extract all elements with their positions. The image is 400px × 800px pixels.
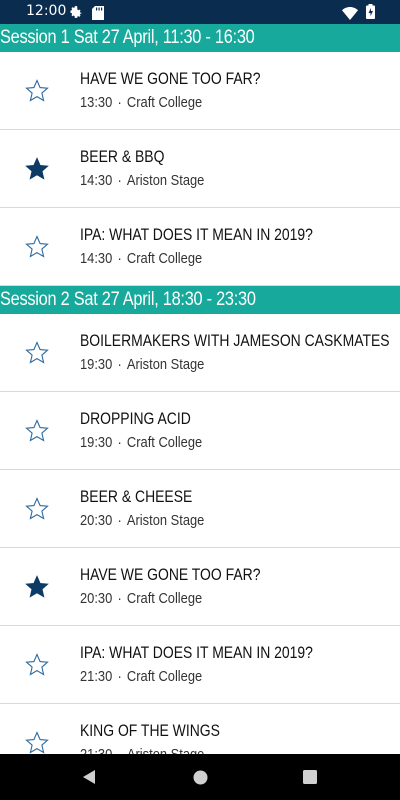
event-time: 19:30 xyxy=(80,434,113,451)
section-header: Session 2 Sat 27 April, 18:30 - 23:30 xyxy=(0,286,400,314)
event-row[interactable]: IPA: WHAT DOES IT MEAN IN 2019? 21:30 · Cra… xyxy=(0,626,400,704)
event-location: Craft College xyxy=(126,668,203,685)
separator-dot: · xyxy=(117,172,122,189)
home-icon[interactable] xyxy=(193,770,208,790)
star-filled-icon[interactable] xyxy=(25,157,49,181)
event-row[interactable]: HAVE WE GONE TOO FAR? 13:30 · Craft College xyxy=(0,52,400,130)
separator-dot: · xyxy=(117,434,122,451)
event-time: 20:30 xyxy=(80,590,113,607)
sd-card-icon xyxy=(92,5,104,24)
event-meta: 14:30 · Craft College xyxy=(80,250,202,267)
event-title: HAVE WE GONE TOO FAR? xyxy=(80,565,261,584)
status-bar: 12:00 xyxy=(0,0,400,24)
gear-icon xyxy=(69,4,83,23)
back-icon[interactable] xyxy=(81,769,97,790)
event-time: 21:30 xyxy=(80,746,112,754)
star-outline-icon[interactable] xyxy=(25,731,49,754)
event-location: Craft College xyxy=(126,434,203,451)
event-meta: 19:30 · Craft College xyxy=(80,434,202,451)
event-meta: 14:30 · Ariston Stage xyxy=(80,172,204,189)
separator-dot: · xyxy=(117,250,122,267)
star-outline-icon[interactable] xyxy=(25,419,49,443)
event-time: 14:30 xyxy=(80,172,113,189)
event-meta: 21:30 · Ariston Stage xyxy=(80,746,204,754)
event-title: BOILERMAKERS WITH JAMESON CASKMATES xyxy=(80,331,390,350)
separator-dot: · xyxy=(117,590,122,607)
event-row[interactable]: HAVE WE GONE TOO FAR? 20:30 · Craft College xyxy=(0,548,400,626)
event-title: HAVE WE GONE TOO FAR? xyxy=(80,69,261,88)
star-outline-icon[interactable] xyxy=(25,235,49,259)
status-time: 12:00 xyxy=(26,3,67,19)
star-outline-icon[interactable] xyxy=(25,497,49,521)
event-meta: 13:30 · Craft College xyxy=(80,94,202,111)
separator-dot: · xyxy=(117,356,122,373)
event-meta: 20:30 · Craft College xyxy=(80,590,202,607)
event-meta: 20:30 · Ariston Stage xyxy=(80,512,204,529)
star-outline-icon[interactable] xyxy=(25,79,49,103)
wifi-icon xyxy=(342,5,358,24)
event-time: 19:30 xyxy=(80,356,113,373)
event-title: BEER & CHEESE xyxy=(80,487,193,506)
event-row[interactable]: IPA: WHAT DOES IT MEAN IN 2019? 14:30 · Cra… xyxy=(0,208,400,286)
star-filled-icon[interactable] xyxy=(25,575,49,599)
event-row[interactable]: BEER & CHEESE 20:30 · Ariston Stage xyxy=(0,470,400,548)
event-title: BEER & BBQ xyxy=(80,147,165,166)
separator-dot: · xyxy=(117,512,122,529)
event-location: Ariston Stage xyxy=(127,746,204,754)
event-location: Ariston Stage xyxy=(126,512,205,529)
event-title: IPA: WHAT DOES IT MEAN IN 2019? xyxy=(80,643,313,662)
schedule-list[interactable]: Session 1 Sat 27 April, 11:30 - 16:30 HAV… xyxy=(0,24,400,754)
section-header-label: Session 1 Sat 27 April, 11:30 - 16:30 xyxy=(0,27,255,48)
section-header: Session 1 Sat 27 April, 11:30 - 16:30 xyxy=(0,24,400,52)
event-title: DROPPING ACID xyxy=(80,409,191,428)
section-header-label: Session 2 Sat 27 April, 18:30 - 23:30 xyxy=(0,289,256,310)
event-location: Ariston Stage xyxy=(126,356,205,373)
event-time: 13:30 xyxy=(80,94,113,111)
event-location: Craft College xyxy=(126,590,203,607)
event-time: 14:30 xyxy=(80,250,113,267)
event-time: 21:30 xyxy=(80,668,113,685)
separator-dot: · xyxy=(117,668,122,685)
event-meta: 19:30 · Ariston Stage xyxy=(80,356,204,373)
event-location: Ariston Stage xyxy=(126,172,205,189)
event-time: 20:30 xyxy=(80,512,113,529)
event-location: Craft College xyxy=(126,250,203,267)
event-title: IPA: WHAT DOES IT MEAN IN 2019? xyxy=(80,225,313,244)
event-row[interactable]: DROPPING ACID 19:30 · Craft College xyxy=(0,392,400,470)
separator-dot: · xyxy=(117,746,121,754)
battery-icon xyxy=(366,4,375,23)
event-location: Craft College xyxy=(126,94,203,111)
event-row[interactable]: BEER & BBQ 14:30 · Ariston Stage xyxy=(0,130,400,208)
navigation-bar xyxy=(0,754,400,800)
separator-dot: · xyxy=(117,94,122,111)
event-title: KING OF THE WINGS xyxy=(80,721,220,740)
star-outline-icon[interactable] xyxy=(25,653,49,677)
event-row[interactable]: BOILERMAKERS WITH JAMESON CASKMATES 19:30… xyxy=(0,314,400,392)
star-outline-icon[interactable] xyxy=(25,341,49,365)
event-row[interactable]: KING OF THE WINGS 21:30 · Ariston Stage xyxy=(0,704,400,754)
recents-icon[interactable] xyxy=(303,770,317,789)
event-meta: 21:30 · Craft College xyxy=(80,668,202,685)
